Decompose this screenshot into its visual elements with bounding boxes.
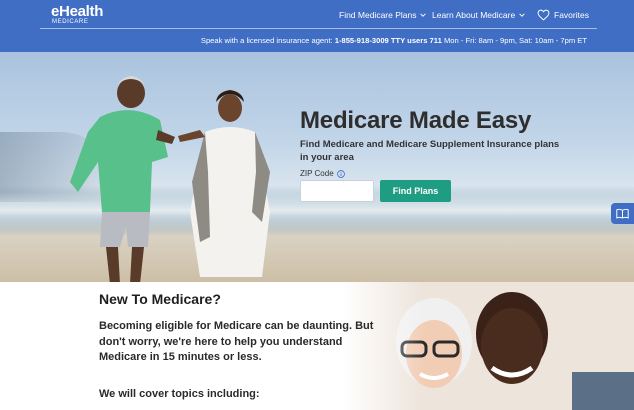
- info-icon[interactable]: [336, 169, 345, 178]
- agent-prefix: Speak with a licensed insurance agent:: [200, 36, 333, 45]
- new-to-medicare-title: New To Medicare?: [99, 291, 221, 307]
- nav-favorites[interactable]: Favorites: [537, 7, 589, 23]
- new-to-medicare-body: Becoming eligible for Medicare can be da…: [99, 320, 374, 363]
- zip-code-label-text: ZIP Code: [300, 169, 334, 178]
- nav-learn-about-medicare-label: Learn About Medicare: [432, 10, 516, 20]
- side-guide-tab[interactable]: [611, 203, 634, 224]
- nav-find-medicare-plans-label: Find Medicare Plans: [339, 10, 417, 20]
- ehealth-logo[interactable]: eHealth MEDICARE: [51, 4, 111, 26]
- hero-banner: Medicare Made Easy Find Medicare and Med…: [0, 52, 634, 282]
- find-plans-button[interactable]: Find Plans: [380, 180, 451, 202]
- senior-couple-photo: [342, 282, 634, 410]
- hero-subtitle: Find Medicare and Medicare Supplement In…: [300, 139, 560, 163]
- nav-find-medicare-plans[interactable]: Find Medicare Plans: [339, 7, 427, 23]
- agent-phone-link[interactable]: 1-855-918-3009 TTY users 711: [335, 36, 442, 45]
- hero-title: Medicare Made Easy: [300, 107, 532, 134]
- logo-text: eHealth: [51, 3, 104, 20]
- chevron-down-icon: [420, 13, 427, 17]
- agent-hours: Mon - Fri: 8am - 9pm, Sat: 10am - 7pm ET: [443, 36, 587, 45]
- chevron-down-icon: [519, 13, 525, 17]
- zip-code-input[interactable]: [300, 180, 374, 202]
- agent-contact-line: Speak with a licensed insurance agent: 1…: [201, 35, 587, 47]
- new-to-medicare-section: New To Medicare? Becoming eligible for M…: [0, 282, 634, 410]
- header-divider: [40, 28, 597, 29]
- nav-learn-about-medicare[interactable]: Learn About Medicare: [432, 7, 525, 23]
- logo-subtext: MEDICARE: [52, 19, 89, 25]
- topics-heading: We will cover topics including:: [99, 388, 260, 400]
- heart-icon: [537, 9, 550, 21]
- zip-code-label: ZIP Code: [300, 169, 345, 178]
- book-icon: [616, 208, 629, 219]
- nav-favorites-label: Favorites: [554, 10, 589, 20]
- site-header: eHealth MEDICARE Find Medicare Plans Lea…: [0, 0, 634, 52]
- hero-couple-photo: [70, 76, 270, 282]
